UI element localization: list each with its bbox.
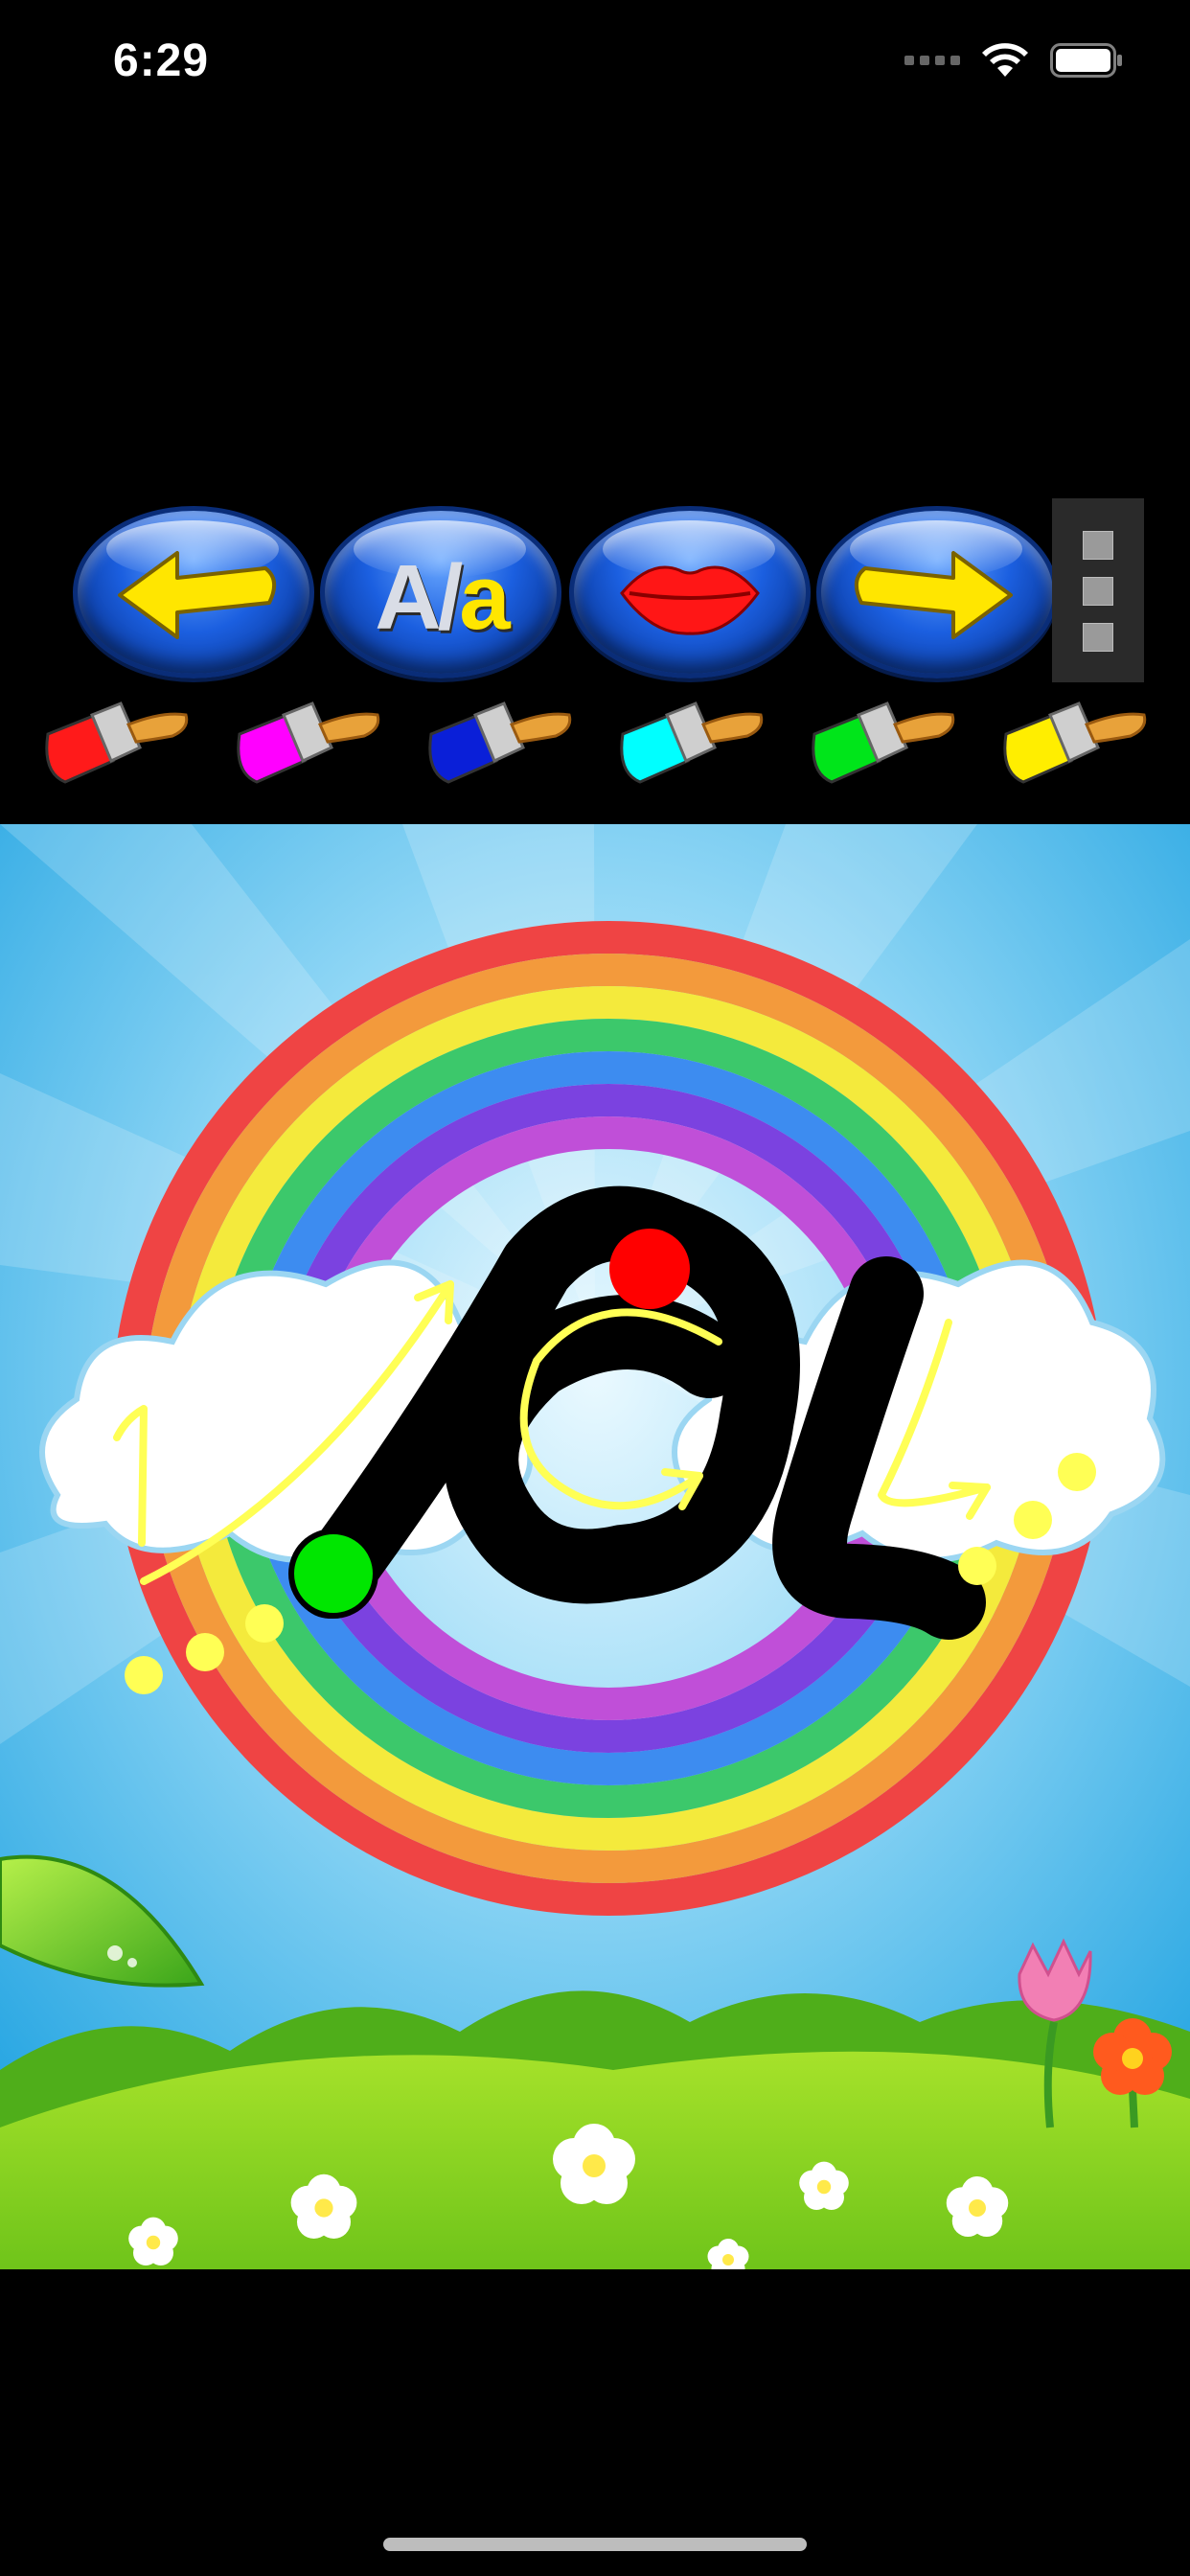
home-indicator (383, 2538, 807, 2551)
case-label: A/a (375, 546, 510, 649)
canvas-scene (0, 824, 1190, 2269)
paint-brush-icon[interactable] (795, 686, 958, 794)
arrow-left-icon (118, 551, 277, 639)
wifi-icon (982, 43, 1028, 77)
end-dot (609, 1229, 690, 1309)
paint-brush-icon[interactable] (987, 686, 1150, 794)
paint-brush-icon[interactable] (29, 686, 192, 794)
status-time: 6:29 (113, 35, 210, 86)
more-vertical-icon[interactable] (1052, 498, 1144, 682)
paint-brush-icon[interactable] (604, 686, 767, 794)
paint-brush-icon[interactable] (220, 686, 383, 794)
signal-icon (904, 56, 960, 65)
previous-letter-button[interactable] (73, 506, 314, 678)
lips-icon (620, 565, 760, 635)
status-bar: 6:29 (0, 0, 1190, 134)
drawing-canvas[interactable] (0, 824, 1190, 2269)
start-dot (288, 1529, 378, 1619)
battery-icon (1050, 43, 1122, 78)
toggle-case-button[interactable]: A/a (320, 506, 561, 678)
status-icons (904, 42, 1123, 79)
paint-brush-icon[interactable] (412, 686, 575, 794)
arrow-right-icon (854, 551, 1013, 639)
speak-letter-button[interactable] (569, 506, 811, 678)
next-letter-button[interactable] (816, 506, 1058, 678)
